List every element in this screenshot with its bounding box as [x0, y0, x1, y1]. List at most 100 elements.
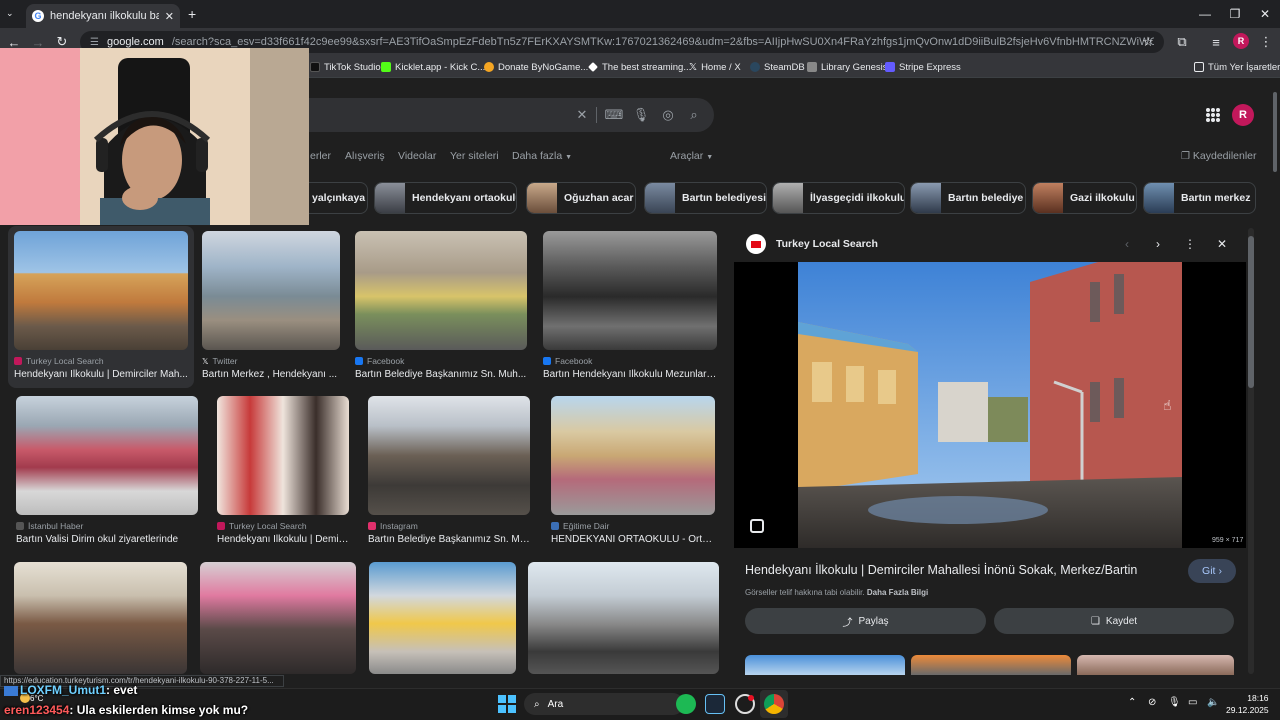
taskbar-clock[interactable]: 18:16 29.12.2025 — [1226, 692, 1269, 716]
clear-search-icon[interactable]: ✕ — [573, 106, 591, 124]
search-icon[interactable]: ⌕ — [685, 106, 703, 124]
image-result-thumbnail[interactable] — [200, 562, 356, 674]
microphone-icon[interactable]: 🎙 — [1168, 697, 1181, 708]
all-bookmarks[interactable]: Tüm Yer İşaretleri — [1194, 60, 1280, 74]
tab-title: hendekyanı ilkokulu bartın - Go — [50, 10, 159, 22]
chip-related-search[interactable]: İlyasgeçidi ilkokulu — [772, 182, 905, 214]
share-button[interactable]: ⤴ Paylaş — [745, 608, 986, 634]
chat-username: eren123454 — [4, 703, 70, 717]
image-result[interactable]: Instagram Bartın Belediye Başkanımız Sn.… — [368, 396, 530, 545]
bookmark-steamdb[interactable]: SteamDB — [750, 60, 805, 74]
minimize-icon[interactable]: — — [1190, 4, 1220, 24]
related-image-thumbnail[interactable] — [1077, 655, 1234, 675]
steam-icon[interactable] — [705, 694, 725, 714]
google-apps-icon[interactable] — [1206, 108, 1220, 122]
tools-button[interactable]: Araçlar ▼ — [670, 150, 713, 162]
bookmark-tiktok[interactable]: TikTok Studio — [310, 60, 381, 74]
keyboard-icon[interactable]: ⌨ — [605, 106, 624, 124]
filter-tab-places[interactable]: Yer siteleri — [450, 150, 499, 162]
display-icon[interactable]: ▭ — [1188, 697, 1197, 708]
result-thumbnail — [551, 396, 715, 515]
share-icon: ⤴ — [842, 617, 853, 629]
filter-tab-partial[interactable]: erler — [310, 150, 331, 162]
google-lens-icon[interactable]: ◎ — [659, 106, 677, 124]
close-panel-icon[interactable]: ✕ — [1214, 236, 1230, 252]
volume-icon[interactable]: 🔈 — [1207, 697, 1219, 708]
image-result[interactable]: Turkey Local Search Hendekyanı İlkokulu … — [14, 231, 188, 380]
image-result[interactable]: Turkey Local Search Hendekyanı İlkokulu … — [217, 396, 349, 545]
saved-button[interactable]: ❐ Kaydedilenler — [1181, 150, 1257, 162]
image-result[interactable]: Facebook Bartın Hendekyanı İlkokulu Mezu… — [543, 231, 717, 380]
browser-profile-avatar[interactable]: R — [1233, 33, 1249, 49]
tab-close-icon[interactable]: ✕ — [165, 10, 174, 23]
result-caption: HENDEKYANI ORTAOKULU - Ortao... — [551, 534, 715, 545]
image-result-thumbnail[interactable] — [369, 562, 516, 674]
browser-menu-icon[interactable]: ⋮ — [1256, 32, 1276, 52]
panel-scroll-thumb[interactable] — [1248, 236, 1254, 388]
more-options-icon[interactable]: ⋮ — [1182, 236, 1198, 252]
spotify-icon[interactable] — [676, 694, 696, 714]
bookmark-bynogame[interactable]: Donate ByNoGame... — [484, 60, 588, 74]
microphone-icon[interactable]: 🎙 — [632, 106, 650, 124]
tab-search-icon[interactable]: ⌄ — [6, 8, 14, 19]
bookmark-label: Library Genesis — [821, 61, 888, 73]
previous-icon[interactable]: ‹ — [1119, 236, 1135, 252]
copyright-text: Görseller telif hakkına tabi olabilir. — [745, 588, 865, 597]
filter-tab-more[interactable]: Daha fazla ▼ — [512, 150, 572, 162]
x-logo-icon: 𝕏 — [689, 61, 698, 73]
media-control-icon[interactable]: ≡ — [1206, 32, 1226, 52]
google-account-avatar[interactable]: R — [1232, 104, 1254, 126]
chip-related-search[interactable]: Bartın belediye — [910, 182, 1026, 214]
facebook-icon — [543, 357, 551, 365]
image-result-thumbnail[interactable] — [14, 562, 187, 674]
browser-tab-active[interactable]: G hendekyanı ilkokulu bartın - Go ✕ — [26, 4, 180, 28]
school-photo-drawing — [798, 262, 1182, 548]
source-favicon-icon — [217, 522, 225, 530]
bookmark-libgen[interactable]: Library Genesis — [807, 60, 888, 74]
bookmark-streaming[interactable]: The best streaming... — [588, 60, 691, 74]
chip-related-search[interactable]: yalçınkaya — [300, 182, 368, 214]
image-result[interactable]: İstanbul Haber Bartın Valisi Dirim okul … — [16, 396, 198, 545]
image-result[interactable]: 𝕏 Twitter Bartın Merkez , Hendekyanı ... — [202, 231, 340, 380]
lens-search-icon[interactable] — [750, 519, 764, 533]
preview-title[interactable]: Hendekyanı İlkokulu | Demirciler Mahalle… — [745, 563, 1137, 577]
result-thumbnail — [368, 396, 530, 515]
extensions-icon[interactable]: ⧉ — [1172, 32, 1192, 52]
share-label: Paylaş — [858, 615, 889, 627]
chip-related-search[interactable]: Bartın merkez — [1143, 182, 1256, 214]
chip-related-search[interactable]: Gazi ilkokulu — [1032, 182, 1137, 214]
chip-related-search[interactable]: Oğuzhan acar — [526, 182, 636, 214]
result-caption: Bartın Hendekyanı İlkokulu Mezunları ... — [543, 369, 717, 380]
search-input[interactable] — [300, 98, 714, 132]
site-info-icon[interactable]: ☰ — [90, 37, 99, 48]
related-image-thumbnail[interactable] — [911, 655, 1071, 675]
chip-label: Hendekyanı ortaokulu — [412, 192, 517, 204]
image-result[interactable]: Eğitime Dair HENDEKYANI ORTAOKULU - Orta… — [551, 396, 715, 545]
save-button[interactable]: ❏ Kaydet — [994, 608, 1234, 634]
windows-start-icon[interactable] — [498, 695, 516, 713]
tray-overflow-icon[interactable]: ⌃ — [1128, 697, 1136, 708]
maximize-icon[interactable]: ❐ — [1220, 4, 1250, 24]
bookmark-kicklet[interactable]: Kicklet.app - Kick C... — [381, 60, 485, 74]
image-result[interactable]: Facebook Bartın Belediye Başkanımız Sn. … — [355, 231, 527, 380]
next-icon[interactable]: › — [1150, 236, 1166, 252]
visit-button[interactable]: Git › — [1188, 559, 1236, 583]
new-tab-button[interactable]: + — [188, 6, 196, 22]
bookmark-label: The best streaming... — [602, 61, 692, 73]
mic-mute-icon[interactable]: ⊘ — [1148, 697, 1156, 708]
bookmark-star-icon[interactable]: ☆ — [1138, 32, 1158, 52]
chip-related-search[interactable]: Hendekyanı ortaokulu — [374, 182, 517, 214]
chrome-icon[interactable] — [764, 694, 784, 714]
filter-tab-shopping[interactable]: Alışveriş — [345, 150, 385, 162]
page-scroll-thumb[interactable] — [1273, 92, 1277, 172]
bookmark-x[interactable]: 𝕏 Home / X — [689, 60, 741, 74]
close-window-icon[interactable]: ✕ — [1250, 4, 1280, 24]
filter-tab-videos[interactable]: Videolar — [398, 150, 436, 162]
image-result-thumbnail[interactable] — [528, 562, 719, 674]
related-image-thumbnail[interactable] — [745, 655, 905, 675]
more-info-link[interactable]: Daha Fazla Bilgi — [867, 588, 928, 597]
bookmark-stripe[interactable]: Stripe Express — [885, 60, 961, 74]
tiktok-icon — [310, 62, 320, 72]
taskbar-search[interactable]: ⌕ Ara — [524, 693, 684, 715]
chip-related-search[interactable]: Bartın belediyesi — [644, 182, 767, 214]
